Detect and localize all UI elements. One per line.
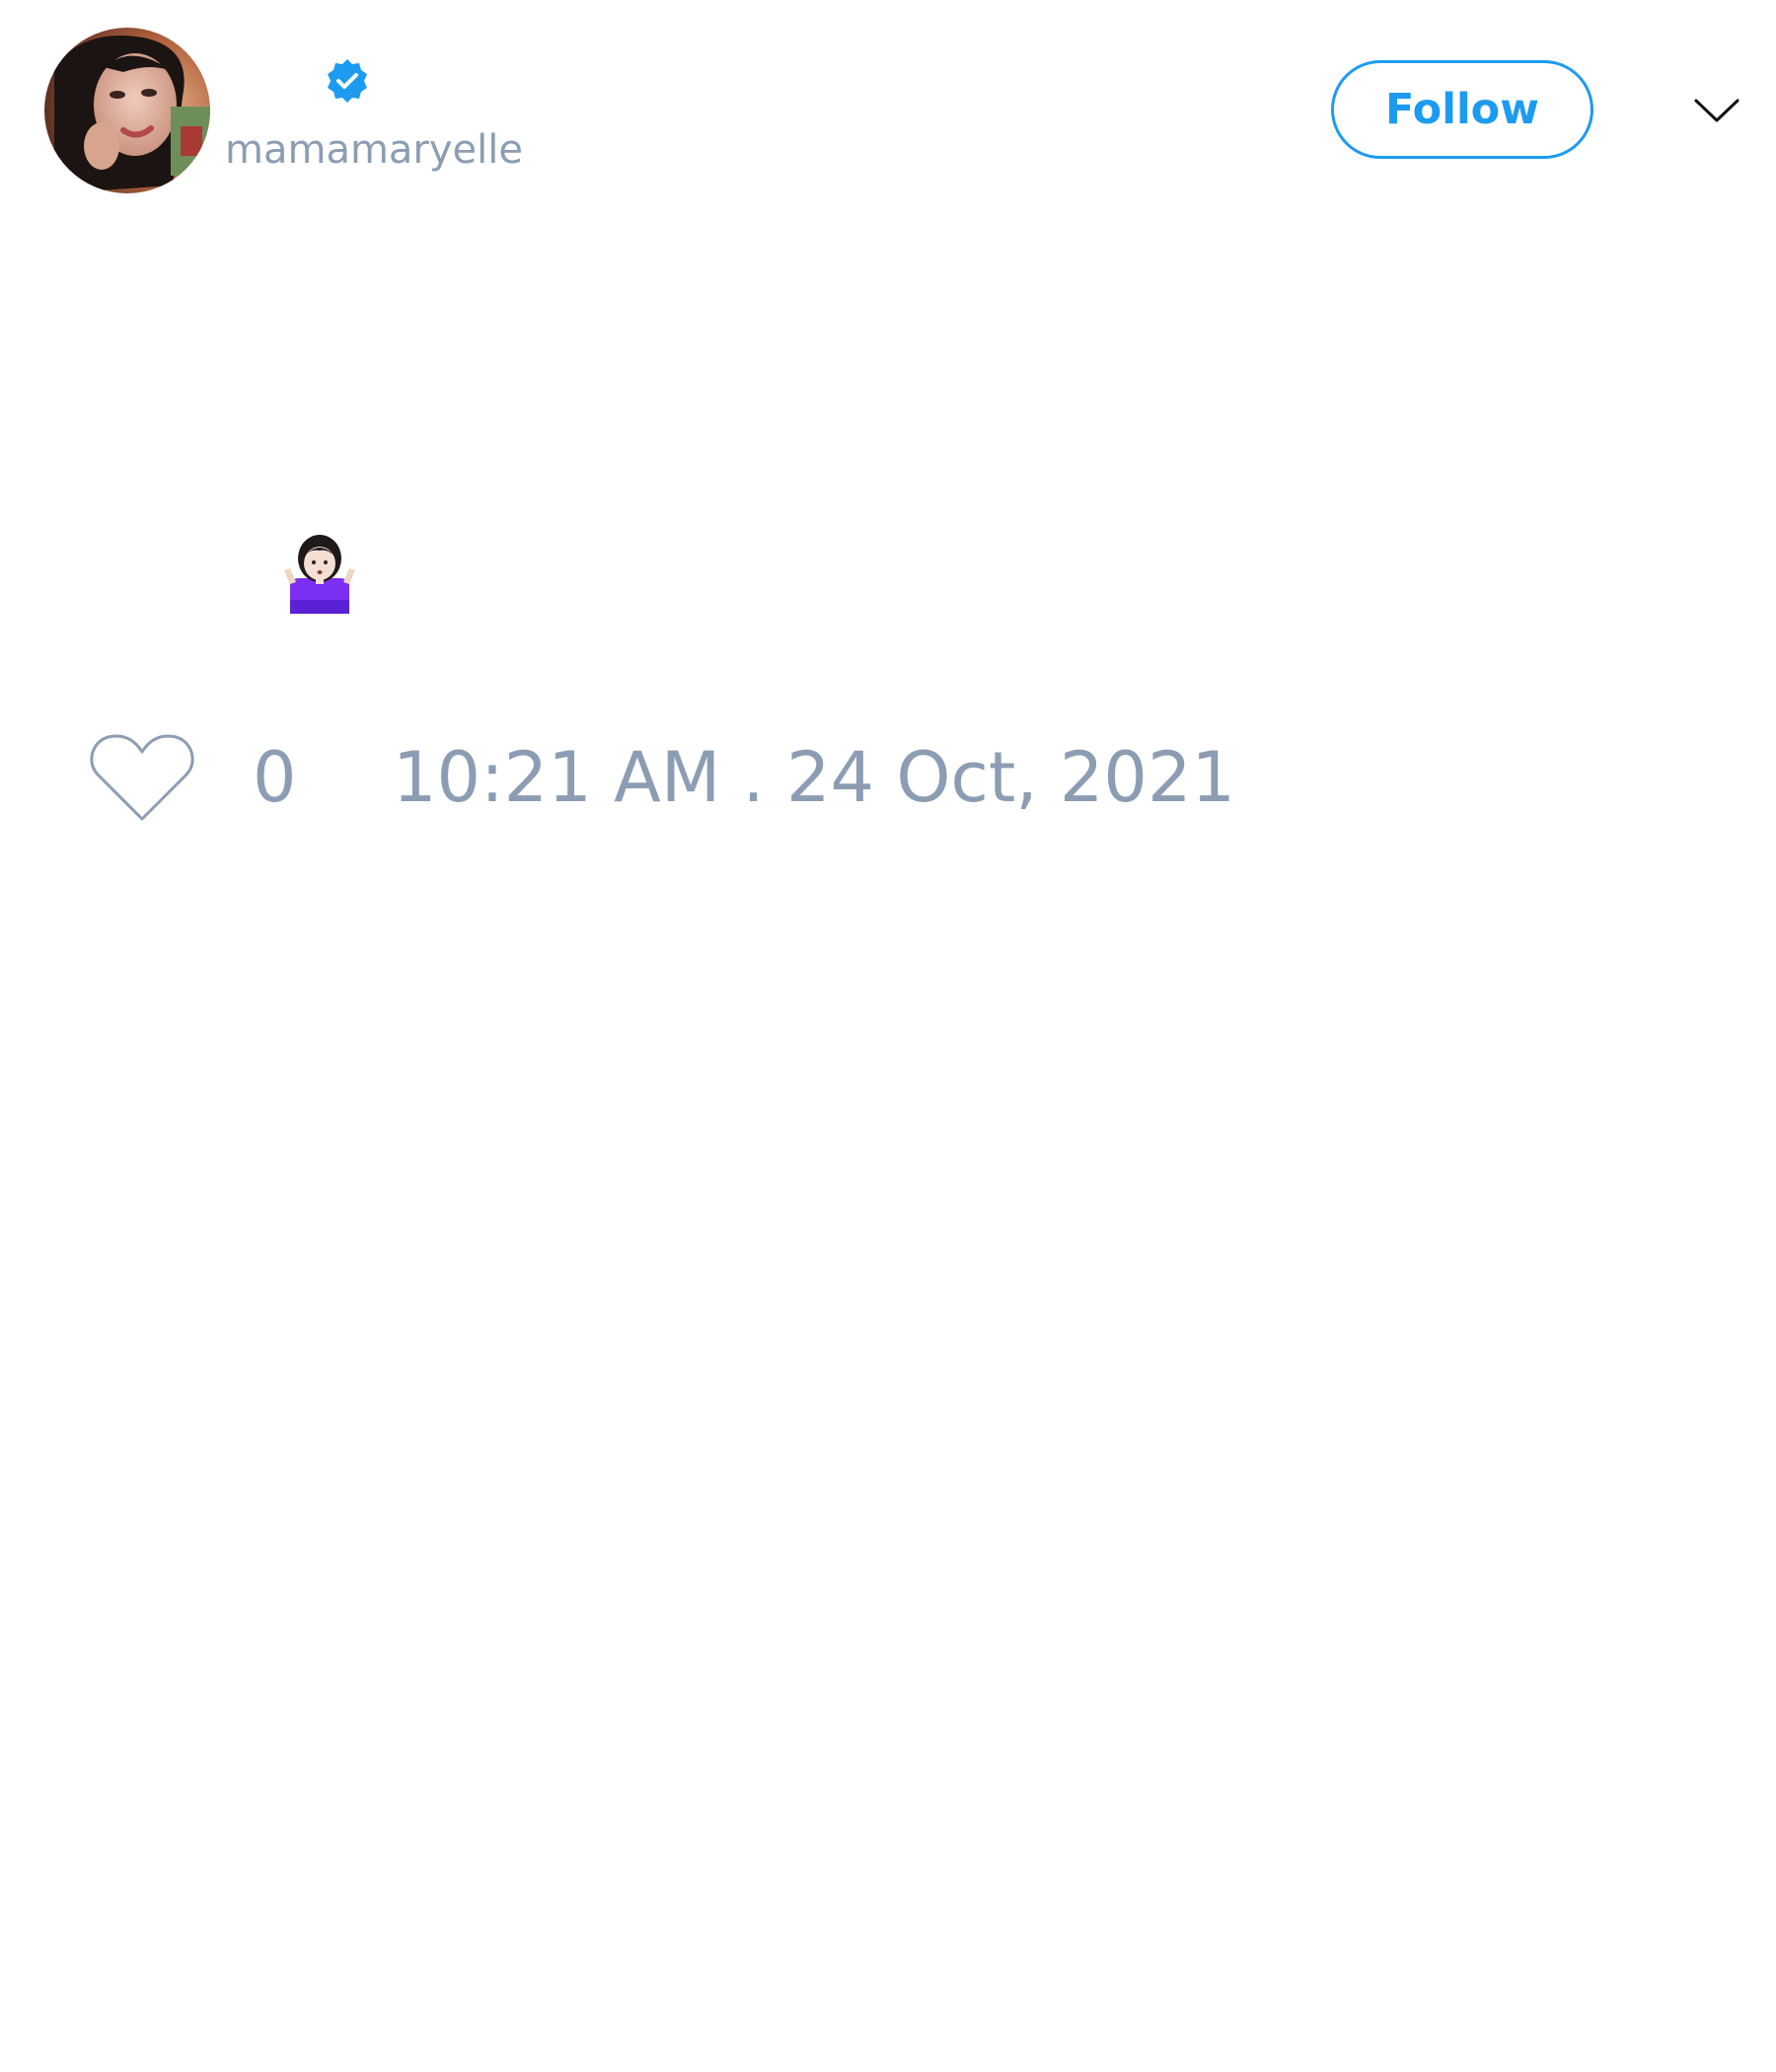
avatar[interactable] [44, 28, 210, 193]
verified-badge-icon [328, 59, 367, 103]
user-handle[interactable]: mamamaryelle [225, 126, 523, 174]
woman-shrugging-emoji [284, 535, 355, 614]
like-count: 0 [253, 737, 297, 818]
timestamp[interactable]: 10:21 AM . 24 Oct, 2021 [393, 738, 1235, 817]
chevron-down-icon[interactable] [1692, 91, 1741, 130]
avatar-photo [44, 28, 210, 193]
heart-outline-icon[interactable] [89, 732, 195, 825]
follow-button[interactable]: Follow [1331, 60, 1593, 159]
